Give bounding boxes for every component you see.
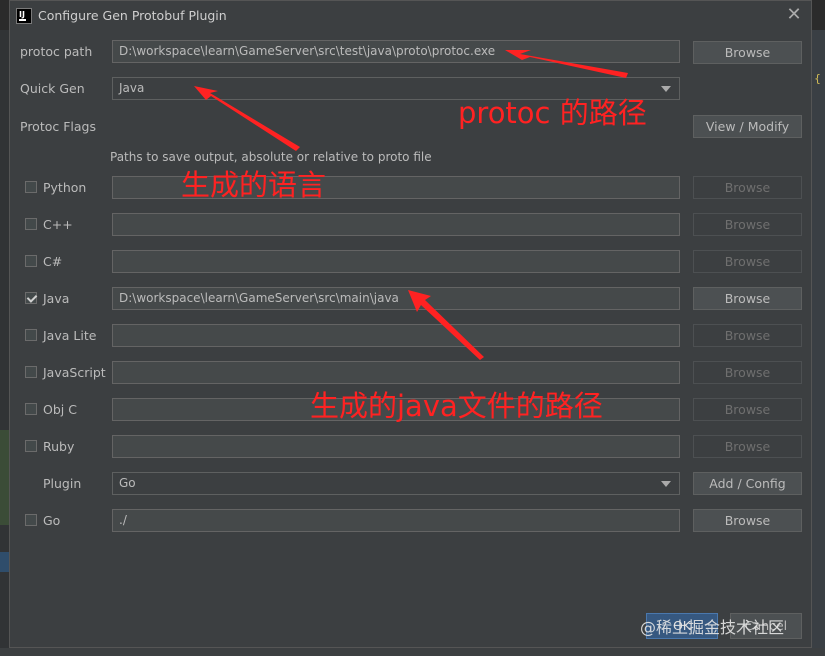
annotation-arrows bbox=[194, 50, 628, 360]
annotation-language: 生成的语言 bbox=[181, 168, 327, 202]
arrow-quick-gen bbox=[194, 86, 300, 151]
annotation-protoc-path: protoc 的路径 bbox=[458, 96, 647, 130]
annotation-java-path: 生成的java文件的路径 bbox=[310, 389, 603, 423]
arrow-protoc-path bbox=[505, 50, 628, 78]
watermark: @稀土掘金技术社区 bbox=[640, 618, 785, 637]
arrow-java-path bbox=[408, 290, 484, 360]
